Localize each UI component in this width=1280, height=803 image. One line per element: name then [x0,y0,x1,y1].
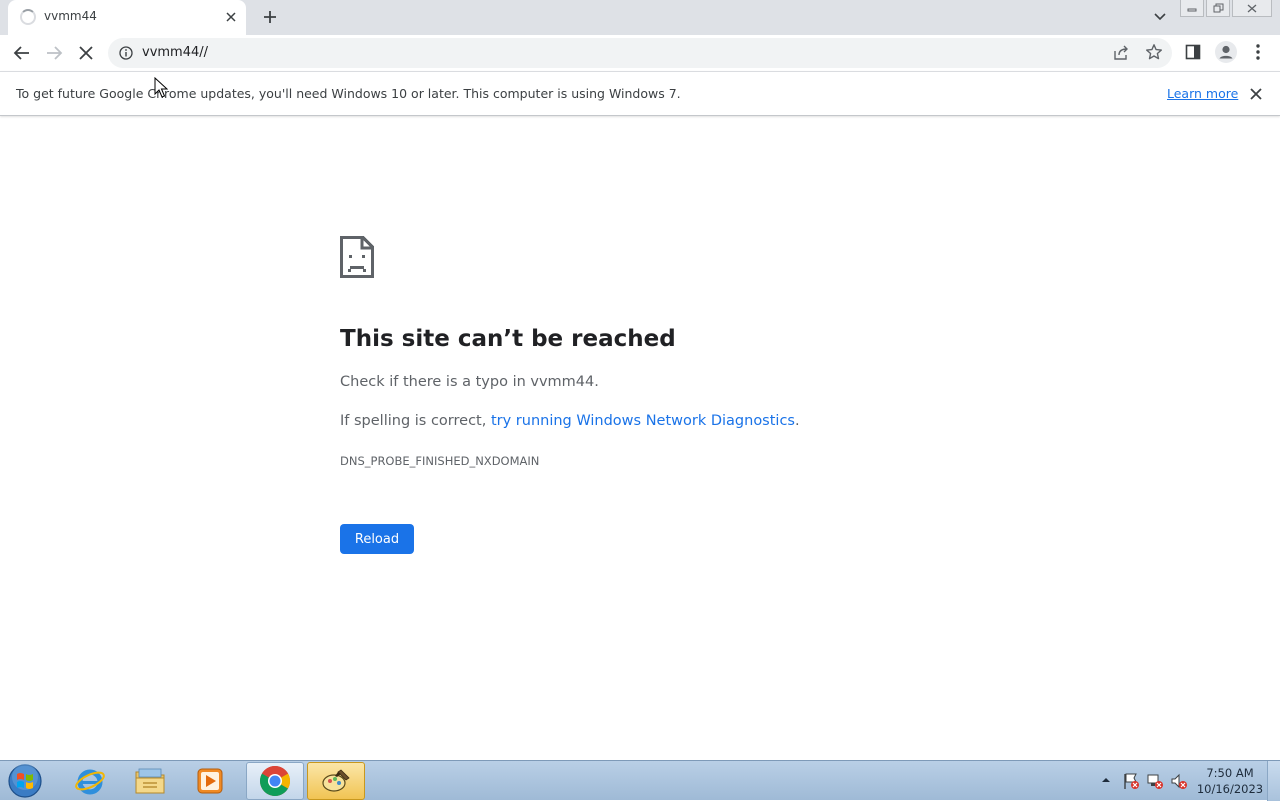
taskbar-chrome[interactable] [246,762,304,800]
spelling-hint-suffix: . [794,413,800,429]
share-icon[interactable] [1113,45,1129,61]
windows-taskbar: 7:50 AM 10/16/2023 [0,760,1280,801]
start-button[interactable] [5,763,45,799]
close-icon [1247,4,1257,12]
typo-hint: Check if there is a typo in vvmm44. [340,374,599,390]
browser-toolbar: vvmm44// [0,35,1280,71]
arrow-left-icon [13,46,29,60]
media-player-icon [197,768,223,794]
show-desktop-button[interactable] [1267,761,1280,801]
tab-search-button[interactable] [1150,6,1170,26]
browser-tab[interactable]: vvmm44 [8,0,246,35]
clock-date[interactable]: 10/16/2023 [1196,782,1264,796]
arrow-right-icon [47,46,63,60]
internet-explorer-icon [75,769,105,795]
tab-strip: vvmm44 [0,0,1280,35]
window-close-button[interactable] [1232,0,1272,17]
volume-muted-icon[interactable] [1170,772,1188,790]
sad-page-icon [340,236,374,278]
address-bar[interactable]: vvmm44// [108,38,1172,68]
taskbar-internet-explorer[interactable] [61,762,119,800]
spelling-hint: If spelling is correct, try running Wind… [340,413,800,429]
network-disconnected-icon[interactable] [1146,772,1164,790]
close-icon [226,12,236,22]
action-center-flag-icon[interactable] [1122,772,1140,790]
tab-close-button[interactable] [222,8,240,26]
restore-button[interactable] [1206,0,1230,17]
minimize-button[interactable] [1180,0,1204,17]
reload-button[interactable]: Reload [340,524,414,554]
info-icon[interactable] [119,46,133,60]
tab-title: vvmm44 [44,9,97,23]
chrome-icon [260,766,291,797]
profile-avatar-icon[interactable] [1214,40,1238,64]
show-hidden-icons-icon[interactable] [1100,774,1112,786]
infobar-message: To get future Google Chrome updates, you… [16,86,681,101]
taskbar-file-explorer[interactable] [121,762,179,800]
star-icon[interactable] [1145,43,1163,61]
plus-icon [264,11,276,23]
window-controls [1180,0,1272,18]
mouse-cursor-icon [154,77,168,98]
spelling-hint-prefix: If spelling is correct, [340,413,491,429]
loading-spinner-icon [20,9,36,25]
side-panel-icon[interactable] [1185,44,1201,60]
infobar-close-icon[interactable] [1246,84,1266,104]
taskbar-media-player[interactable] [181,762,239,800]
close-icon [79,46,93,60]
network-diagnostics-link[interactable]: try running Windows Network Diagnostics [491,413,795,429]
clock-time[interactable]: 7:50 AM [1200,766,1260,780]
forward-button[interactable] [42,41,66,65]
update-infobar: To get future Google Chrome updates, you… [0,71,1280,116]
windows-start-icon [8,764,42,798]
file-explorer-icon [135,768,165,794]
url-text[interactable]: vvmm44// [142,45,208,60]
chevron-down-icon [1154,13,1166,21]
taskbar-paint-app[interactable] [307,762,365,800]
back-button[interactable] [10,41,34,65]
stop-loading-button[interactable] [74,41,98,65]
restore-icon [1213,3,1223,13]
error-title: This site can’t be reached [340,326,676,352]
more-menu-icon[interactable] [1252,42,1264,62]
new-tab-button[interactable] [258,5,282,29]
paint-app-icon [322,769,350,792]
learn-more-link[interactable]: Learn more [1167,86,1238,101]
error-code: DNS_PROBE_FINISHED_NXDOMAIN [340,454,540,468]
minimize-icon [1187,8,1197,12]
